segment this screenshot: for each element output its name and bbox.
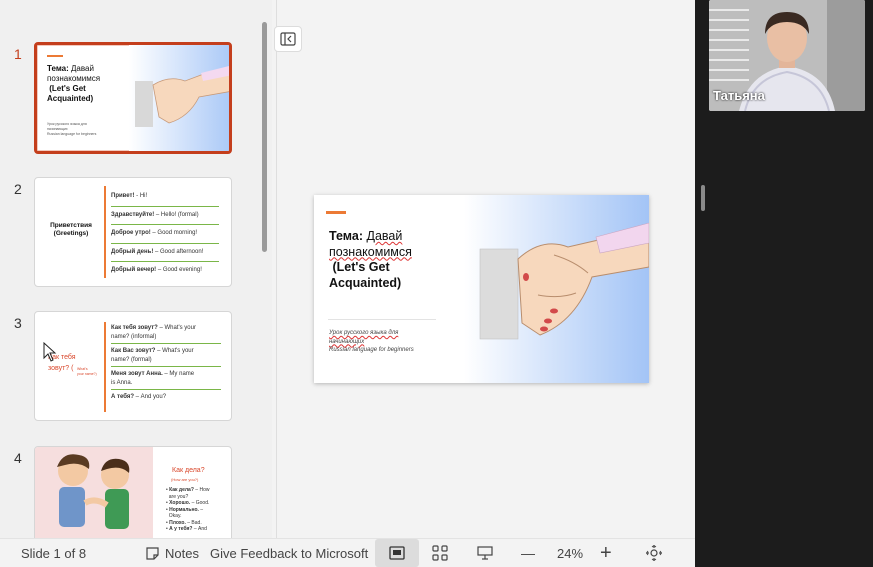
thumb-title: Тема: Давай познакомимся (Let's Get Acqu… bbox=[47, 64, 101, 103]
thumb-heading: Как дела? bbox=[172, 467, 205, 474]
cartoon-greeting-image bbox=[35, 447, 153, 538]
slide-number: 2 bbox=[14, 181, 22, 197]
zoom-in-button[interactable]: + bbox=[600, 539, 612, 567]
participant-video-tile[interactable]: Татьяна bbox=[709, 0, 865, 111]
thumb-footer: Урок русского языка для начинающих Russi… bbox=[47, 122, 97, 136]
presenter-view-icon bbox=[477, 546, 493, 560]
panel-collapse-icon bbox=[280, 32, 296, 46]
normal-view-button[interactable] bbox=[375, 539, 419, 567]
slide-counter: Slide 1 of 8 bbox=[21, 545, 87, 561]
accent-bar bbox=[104, 186, 106, 278]
participant-name: Татьяна bbox=[713, 88, 765, 103]
zoom-level[interactable]: 24% bbox=[557, 539, 583, 567]
slide-thumbnail-3[interactable]: Как тебя зовут? ( What's your name?) Как т… bbox=[34, 311, 232, 421]
slide-thumbnail-2[interactable]: Приветствия (Greetings) Привет! - Hi! Здр… bbox=[34, 177, 232, 287]
thumb-heading-sub: (How are you?) bbox=[171, 477, 199, 482]
accent-bar bbox=[47, 55, 63, 57]
slide-title: Тема: Давай познакомимся (Let's Get Acqu… bbox=[329, 229, 412, 290]
panel-resize-handle[interactable] bbox=[701, 185, 705, 211]
accent-bar bbox=[326, 211, 346, 214]
divider-line bbox=[328, 319, 436, 320]
normal-view-icon bbox=[389, 546, 405, 560]
powerpoint-window: 1 Тема: Давай познакомимся (Let's Get Ac… bbox=[0, 0, 695, 567]
notes-button[interactable]: Notes bbox=[145, 539, 199, 567]
notes-icon bbox=[146, 546, 159, 560]
collapse-thumbnails-button[interactable] bbox=[274, 26, 302, 52]
handshake-image bbox=[129, 45, 229, 151]
mouse-cursor-icon bbox=[43, 342, 57, 362]
slide-thumbnails-pane: 1 Тема: Давай познакомимся (Let's Get Ac… bbox=[0, 0, 272, 538]
fit-to-window-icon bbox=[646, 545, 662, 561]
names-list: Как тебя зовут? – What's your name? (info… bbox=[111, 324, 221, 402]
status-bar: Slide 1 of 8 Notes Give Feedback to Micr… bbox=[0, 538, 695, 567]
handshake-image bbox=[464, 195, 649, 383]
slide-subtitle: Урок русского языка для начинающих Russi… bbox=[329, 330, 414, 353]
zoom-out-button[interactable]: — bbox=[521, 539, 535, 567]
notes-label: Notes bbox=[165, 545, 199, 561]
slide-number: 1 bbox=[14, 46, 22, 62]
slide-thumbnail-1[interactable]: Тема: Давай познакомимся (Let's Get Acqu… bbox=[34, 42, 232, 154]
slide-number: 3 bbox=[14, 315, 22, 331]
slide-sorter-button[interactable] bbox=[432, 539, 448, 567]
thumbnails-scrollbar[interactable] bbox=[262, 22, 267, 252]
thumb-heading: Приветствия (Greetings) bbox=[50, 222, 92, 237]
presenter-view-button[interactable] bbox=[477, 539, 493, 567]
pane-divider[interactable] bbox=[276, 0, 277, 538]
slide-number: 4 bbox=[14, 450, 22, 466]
accent-bar bbox=[104, 322, 106, 412]
thumbnail-row-4: 4 Как дела? (How are you?) • Как дела? –… bbox=[0, 446, 250, 538]
feelings-list: • Как дела? – How are you? • Хорошо. – G… bbox=[166, 487, 210, 532]
thumb-side-sub: What's your name?) bbox=[77, 367, 97, 376]
greetings-list: Привет! - Hi! Здравствуйте! – Hello! (fo… bbox=[111, 188, 219, 280]
slide-sorter-icon bbox=[432, 545, 448, 561]
slide-thumbnail-4[interactable]: Как дела? (How are you?) • Как дела? – H… bbox=[34, 446, 232, 538]
current-slide-canvas[interactable]: Тема: Давай познакомимся (Let's Get Acqu… bbox=[314, 195, 649, 383]
thumbnail-row-1: 1 Тема: Давай познакомимся (Let's Get Ac… bbox=[0, 42, 250, 154]
fit-to-window-button[interactable] bbox=[646, 539, 662, 567]
thumbnail-row-2: 2 Приветствия (Greetings) Привет! - Hi! З… bbox=[0, 177, 250, 289]
feedback-button[interactable]: Give Feedback to Microsoft bbox=[210, 539, 368, 567]
thumbnail-row-3: 3 Как тебя зовут? ( What's your name?) Как… bbox=[0, 311, 250, 423]
